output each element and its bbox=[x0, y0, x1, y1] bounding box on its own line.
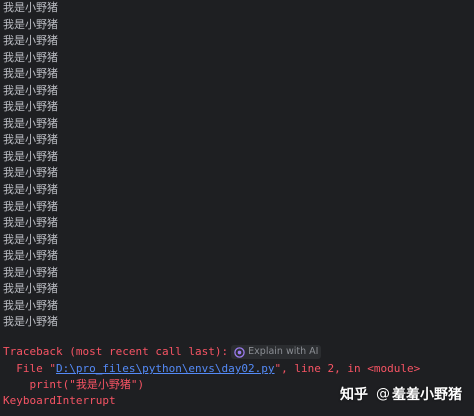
output-line: 我是小野猪 bbox=[3, 100, 58, 114]
traceback-file-prefix: File " bbox=[3, 362, 56, 375]
explain-with-ai-label: Explain with AI bbox=[248, 346, 319, 357]
watermark-at: @ bbox=[376, 386, 390, 402]
output-line: 我是小野猪 bbox=[3, 282, 58, 296]
exception-name: KeyboardInterrupt bbox=[3, 394, 116, 407]
zhihu-watermark: 知乎 @ 羞羞小野猪 bbox=[340, 384, 462, 404]
watermark-author: 羞羞小野猪 bbox=[392, 387, 462, 403]
output-line: 我是小野猪 bbox=[3, 265, 58, 279]
output-line: 我是小野猪 bbox=[3, 249, 58, 263]
traceback-file-link[interactable]: D:\pro_files\python\envs\day02.py bbox=[56, 362, 275, 375]
traceback-file-row: File "D:\pro_files\python\envs\day02.py"… bbox=[3, 361, 420, 377]
traceback-code-row: print("我是小野猪") bbox=[3, 377, 144, 393]
output-line: 我是小野猪 bbox=[3, 116, 58, 130]
output-line: 我是小野猪 bbox=[3, 133, 58, 147]
output-line: 我是小野猪 bbox=[3, 1, 58, 14]
traceback-header: Traceback (most recent call last): bbox=[3, 345, 229, 358]
output-line: 我是小野猪 bbox=[3, 315, 58, 329]
output-line: 我是小野猪 bbox=[3, 67, 58, 81]
output-line: 我是小野猪 bbox=[3, 232, 58, 246]
output-line: 我是小野猪 bbox=[3, 149, 58, 163]
output-line: 我是小野猪 bbox=[3, 17, 58, 31]
run-console[interactable]: 我是小野猪 我是小野猪 我是小野猪 我是小野猪 我是小野猪 我是小野猪 我是小野… bbox=[0, 0, 474, 416]
output-line: 我是小野猪 bbox=[3, 34, 58, 48]
traceback-header-row: Traceback (most recent call last): Expla… bbox=[3, 344, 322, 360]
output-line: 我是小野猪 bbox=[3, 83, 58, 97]
output-line: 我是小野猪 bbox=[3, 166, 58, 180]
watermark-platform: 知乎 bbox=[340, 387, 368, 403]
traceback-file-suffix: ", line 2, in <module> bbox=[274, 362, 421, 375]
ai-sparkle-icon bbox=[234, 346, 245, 358]
output-line: 我是小野猪 bbox=[3, 199, 58, 213]
output-line: 我是小野猪 bbox=[3, 216, 58, 230]
traceback-code-line: print("我是小野猪") bbox=[3, 378, 145, 391]
program-output: 我是小野猪 我是小野猪 我是小野猪 我是小野猪 我是小野猪 我是小野猪 我是小野… bbox=[3, 0, 58, 331]
output-line: 我是小野猪 bbox=[3, 50, 58, 64]
output-line: 我是小野猪 bbox=[3, 183, 58, 197]
output-line: 我是小野猪 bbox=[3, 298, 58, 312]
explain-with-ai-button[interactable]: Explain with AI bbox=[231, 345, 322, 359]
